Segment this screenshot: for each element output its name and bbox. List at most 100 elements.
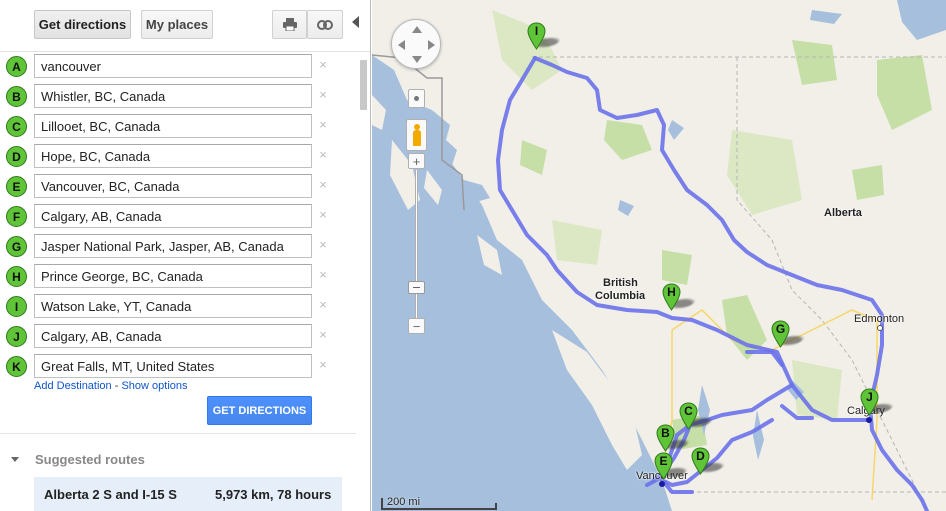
pegman-body [413,130,421,146]
waypoint-input[interactable] [34,234,312,258]
waypoint-input[interactable] [34,294,312,318]
waypoint-row: I× [0,293,350,323]
print-icon [282,18,297,31]
forest-area [727,130,802,215]
panel-scrollbar[interactable] [360,60,367,110]
park-area [852,165,884,200]
waypoint-row: A× [0,53,350,83]
pan-control[interactable] [391,19,441,69]
park-area [604,120,652,160]
panel-toolbar: Get directions My places [0,0,370,52]
waypoint-input[interactable] [34,204,312,228]
waypoint-marker-icon[interactable]: E [6,176,27,197]
waypoint-marker-icon[interactable]: H [6,266,27,287]
print-button[interactable] [272,10,307,39]
directions-panel: Get directions My places Add Destination… [0,0,371,511]
remove-waypoint-icon[interactable]: × [317,58,329,72]
city-dot [866,417,872,423]
waypoint-row: B× [0,83,350,113]
waypoint-marker-icon[interactable]: K [6,356,27,377]
pan-left-icon[interactable] [398,40,405,50]
lake [810,10,842,24]
waypoint-row: H× [0,263,350,293]
waypoint-marker-icon[interactable]: A [6,56,27,77]
waypoint-row: K× [0,353,350,383]
waypoint-marker-icon[interactable]: D [6,146,27,167]
zoom-in-button[interactable]: + [408,153,425,169]
map-marker-d[interactable]: D [691,447,726,475]
waypoint-row: E× [0,173,350,203]
waypoint-row: G× [0,233,350,263]
waypoint-marker-icon[interactable]: B [6,86,27,107]
waypoint-row: D× [0,143,350,173]
waypoint-input[interactable] [34,114,312,138]
waypoint-input[interactable] [34,54,312,78]
pan-up-icon[interactable] [412,26,422,33]
waypoint-input[interactable] [34,174,312,198]
suggested-routes-title: Suggested routes [35,452,145,467]
pan-right-icon[interactable] [428,40,435,50]
get-directions-tab-button[interactable]: Get directions [34,10,131,39]
lake [753,410,764,460]
remove-waypoint-icon[interactable]: × [317,328,329,342]
pan-down-icon[interactable] [412,56,422,63]
remove-waypoint-icon[interactable]: × [317,118,329,132]
waypoint-input[interactable] [34,84,312,108]
map-label-edmonton: Edmonton [854,313,905,325]
waypoint-marker-icon[interactable]: C [6,116,27,137]
panel-divider [0,433,356,434]
waypoint-input[interactable] [34,264,312,288]
collapse-panel-icon[interactable] [352,16,359,28]
remove-waypoint-icon[interactable]: × [317,298,329,312]
waypoint-marker-icon[interactable]: J [6,326,27,347]
map-label-british: British [603,277,638,289]
street-view-pegman-icon[interactable] [406,119,427,151]
map-marker-e[interactable]: E [654,452,689,480]
waypoint-input[interactable] [34,144,312,168]
waypoint-row: C× [0,113,350,143]
scale-line [381,508,497,510]
park-area [877,55,932,130]
link-button[interactable] [307,10,343,39]
remove-waypoint-icon[interactable]: × [317,358,329,372]
waypoint-input[interactable] [34,324,312,348]
remove-waypoint-icon[interactable]: × [317,148,329,162]
get-directions-button[interactable]: GET DIRECTIONS [207,396,312,425]
map-marker-g[interactable]: G [771,320,806,348]
remove-waypoint-icon[interactable]: × [317,268,329,282]
lake [668,120,684,140]
map-canvas[interactable]: Alberta British Columbia Edmonton Calgar… [372,0,946,511]
my-location-button[interactable] [408,89,425,108]
zoom-out-button[interactable]: − [408,318,425,334]
map-marker-c[interactable]: C [679,402,714,430]
lake [897,0,946,40]
map-marker-b[interactable]: B [656,424,691,452]
map-label-alberta: Alberta [824,207,862,219]
waypoint-marker-icon[interactable]: G [6,236,27,257]
my-places-tab-button[interactable]: My places [141,10,213,39]
marker-letter: D [696,449,705,463]
waypoint-marker-icon[interactable]: I [6,296,27,317]
map-label-columbia: Columbia [595,290,646,302]
remove-waypoint-icon[interactable]: × [317,88,329,102]
marker-letter: I [534,24,539,38]
zoom-slider-thumb[interactable] [408,281,425,294]
remove-waypoint-icon[interactable]: × [317,238,329,252]
scale-label: 200 mi [387,496,421,508]
park-area [792,40,837,85]
remove-waypoint-icon[interactable]: × [317,178,329,192]
map-marker-i[interactable]: I [527,22,562,50]
collapse-triangle-icon[interactable] [11,457,19,462]
park-area [520,140,547,175]
route-option-row[interactable]: Alberta 2 S and I-15 S 5,973 km, 78 hour… [34,477,342,511]
waypoint-input[interactable] [34,354,312,378]
marker-letter: B [661,426,670,440]
route-name: Alberta 2 S and I-15 S [44,487,177,502]
remove-waypoint-icon[interactable]: × [317,208,329,222]
map-marker-j[interactable]: J [860,388,895,416]
map-marker-h[interactable]: H [662,283,697,311]
waypoint-marker-icon[interactable]: F [6,206,27,227]
marker-letter: E [659,454,668,468]
marker-letter: H [667,285,676,299]
zoom-slider-track[interactable] [415,170,418,318]
